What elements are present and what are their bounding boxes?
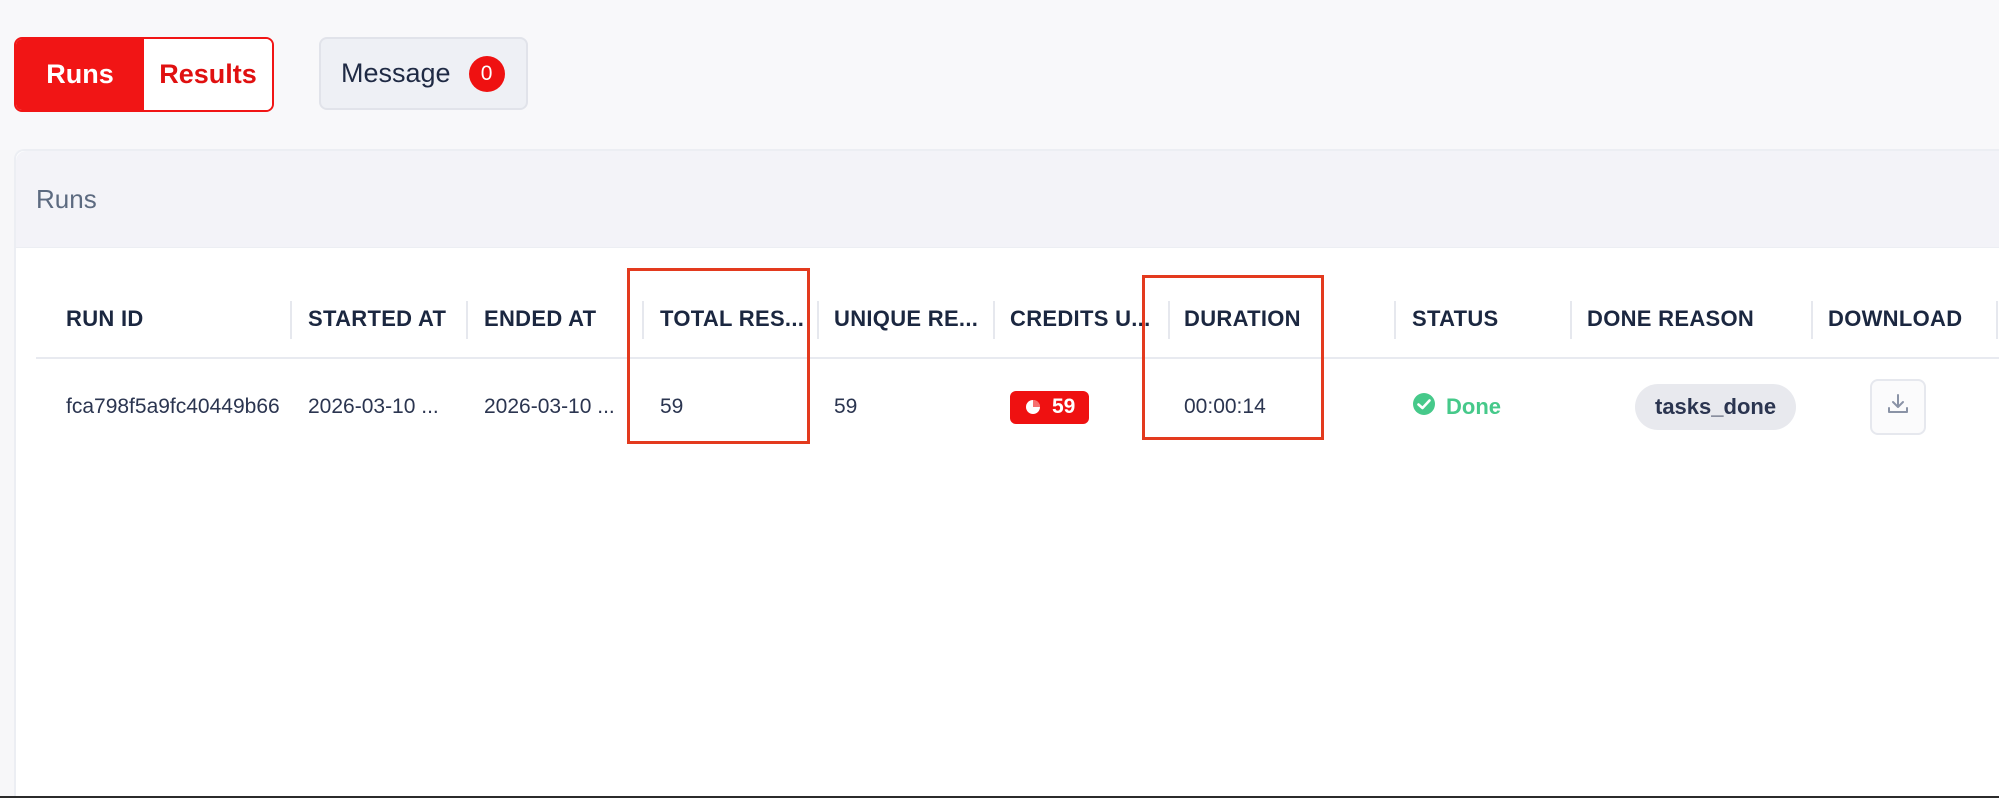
cell-started-at: 2026-03-10 ... <box>308 395 439 418</box>
runs-panel: Runs RUN ID STARTED AT ENDED AT TOTAL RE… <box>14 149 1999 798</box>
view-toggle: Runs Results <box>14 37 274 112</box>
cell-credits-used: 59 <box>1010 361 1160 453</box>
col-done-reason[interactable]: DONE REASON <box>1587 279 1787 359</box>
column-divider <box>1394 301 1396 339</box>
panel-title: Runs <box>36 183 97 214</box>
col-total-results[interactable]: TOTAL RES... <box>660 279 810 359</box>
cell-unique-results: 59 <box>834 395 858 418</box>
column-divider <box>1168 301 1170 339</box>
credits-value: 59 <box>1052 395 1076 418</box>
column-divider <box>1570 301 1572 339</box>
cell-download <box>1870 361 1940 453</box>
column-divider <box>642 301 644 339</box>
table-header: RUN ID STARTED AT ENDED AT TOTAL RES... … <box>36 279 1999 359</box>
cell-status: Done <box>1412 361 1562 453</box>
message-label: Message <box>341 58 451 88</box>
cell-done-reason: tasks_done <box>1635 361 1835 453</box>
column-divider <box>817 301 819 339</box>
cell-total-results: 59 <box>660 395 684 418</box>
runs-tab[interactable]: Runs <box>16 39 144 110</box>
column-divider <box>1996 301 1998 339</box>
column-divider <box>1811 301 1813 339</box>
col-started-at[interactable]: STARTED AT <box>308 279 458 359</box>
column-divider <box>466 301 468 339</box>
done-reason-tag: tasks_done <box>1635 384 1797 430</box>
panel-header: Runs <box>16 151 1999 248</box>
status-label: Done <box>1446 394 1501 419</box>
col-status[interactable]: STATUS <box>1412 279 1562 359</box>
col-duration[interactable]: DURATION <box>1184 279 1374 359</box>
cell-ended-at: 2026-03-10 ... <box>484 395 615 418</box>
check-circle-icon <box>1412 392 1436 422</box>
download-icon <box>1885 391 1911 423</box>
col-download[interactable]: DOWNLOAD <box>1828 279 1978 359</box>
download-button[interactable] <box>1870 379 1926 435</box>
message-count-badge: 0 <box>468 55 505 92</box>
coin-icon <box>1024 398 1042 416</box>
col-run-id[interactable]: RUN ID <box>66 279 236 359</box>
status-badge: Done <box>1412 392 1501 422</box>
cell-run-id: fca798f5a9fc40449b66 <box>66 395 280 418</box>
message-button[interactable]: Message 0 <box>319 37 528 110</box>
column-divider <box>993 301 995 339</box>
cell-duration: 00:00:14 <box>1184 395 1266 418</box>
top-toolbar: Runs Results Message 0 <box>0 0 1999 150</box>
table-row[interactable]: fca798f5a9fc40449b66 2026-03-10 ... 2026… <box>36 361 1999 453</box>
col-credits-used[interactable]: CREDITS U... <box>1010 279 1160 359</box>
column-divider <box>290 301 292 339</box>
credits-badge: 59 <box>1010 390 1090 424</box>
results-tab[interactable]: Results <box>144 39 272 110</box>
col-ended-at[interactable]: ENDED AT <box>484 279 644 359</box>
col-unique-results[interactable]: UNIQUE RE... <box>834 279 986 359</box>
